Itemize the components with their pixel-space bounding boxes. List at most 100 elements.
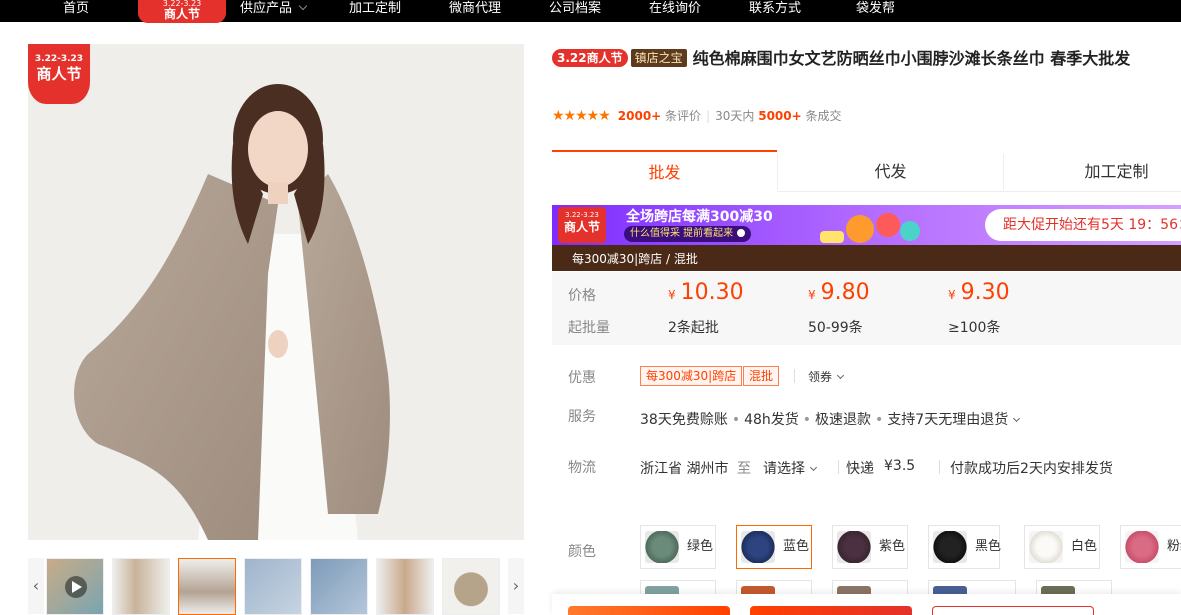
nav-bag-help[interactable]: 袋发帮 [856, 0, 895, 22]
festival-tag: 3.22商人节 [552, 49, 628, 67]
arrow-icon [737, 229, 746, 237]
color-name: 绿色 [687, 539, 714, 554]
price-label: 价格 [568, 288, 596, 304]
chevron-down-icon [809, 463, 818, 472]
promo-sub-text: 什么值得采 提前看起来 [630, 228, 734, 239]
qty-tier-2: 50-99条 [808, 320, 863, 336]
product-title: 3.22商人节 镇店之宝 纯色棉麻围巾女文艺防晒丝巾小围脖沙滩长条丝巾 春季大批发 [552, 46, 1181, 72]
color-name: 黑色 [975, 539, 1002, 554]
thumbnail-image[interactable] [376, 558, 434, 615]
nav-festival-badge[interactable]: 3.22-3.23 商人节 [138, 0, 226, 23]
swatch-image [837, 531, 871, 563]
review-count[interactable]: 2000+ [618, 109, 661, 123]
destination-select[interactable]: 请选择 [763, 458, 818, 478]
chevron-down-icon[interactable] [1013, 414, 1021, 423]
service-item: 支持7天无理由退货 [887, 412, 1009, 428]
color-name: 紫色 [879, 539, 906, 554]
product-title-text: 纯色棉麻围巾女文艺防晒丝巾小围脖沙滩长条丝巾 春季大批发 [692, 49, 1131, 68]
service-item: 极速退款 [815, 412, 872, 428]
tab-custom[interactable]: 加工定制 [1004, 150, 1181, 192]
nav-company[interactable]: 公司档案 [549, 0, 601, 22]
tab-wholesale[interactable]: 批发 [552, 150, 777, 192]
service-label: 服务 [568, 409, 596, 425]
swatch-image [1029, 531, 1063, 563]
currency-symbol: ¥ [808, 288, 816, 302]
play-icon [65, 576, 87, 598]
model-scarf-illustration [28, 44, 524, 540]
swatch-image [1125, 531, 1159, 563]
nav-festival-label: 商人节 [163, 7, 200, 21]
tab-dropship[interactable]: 代发 [778, 150, 1003, 192]
get-coupon-button[interactable]: 领券 [808, 368, 845, 385]
deal-count: 5000+ [758, 109, 802, 123]
service-list: 38天免费赊账 • 48h发货 • 极速退款 • 支持7天无理由退货 [640, 409, 1021, 429]
thumbnail-image[interactable] [310, 558, 368, 615]
color-label: 颜色 [568, 544, 596, 560]
coupon-tag[interactable]: 混批 [743, 366, 780, 386]
swatch-image [741, 531, 775, 563]
divider [939, 460, 940, 474]
nav-contact[interactable]: 联系方式 [749, 0, 801, 22]
get-coupon-label: 领券 [808, 370, 833, 384]
nav-agent[interactable]: 微商代理 [449, 0, 501, 22]
ship-note: 付款成功后2天内安排发货 [950, 461, 1113, 477]
thumbnail-image[interactable] [112, 558, 170, 615]
price-tier-3-value: 9.30 [960, 280, 1010, 305]
ship-to-label: 至 [737, 461, 751, 477]
min-qty-label: 起批量 [568, 320, 610, 336]
buy-now-button[interactable] [750, 606, 912, 615]
service-item: 48h发货 [744, 412, 799, 428]
promo-fest-label: 商人节 [563, 220, 600, 234]
nav-products[interactable]: 供应产品 [240, 0, 308, 22]
chevron-right-icon[interactable]: › [508, 558, 524, 614]
service-item: 38天免费赊账 [640, 412, 728, 428]
coupon-tag[interactable]: 每300减30|跨店 [640, 366, 743, 386]
promo-strip: 每300减30|跨店 / 混批 [552, 245, 1181, 271]
color-option[interactable]: 粉红 [1120, 525, 1181, 569]
thumbnail-video[interactable] [46, 558, 104, 615]
chevron-down-icon [836, 371, 845, 380]
top-nav: 首页 3.22-3.23 商人节 供应产品 加工定制 微商代理 公司档案 在线询… [0, 0, 1181, 23]
main-product-image[interactable] [28, 44, 524, 540]
price-tier-1-value: 10.30 [680, 280, 744, 305]
color-option[interactable]: 黑色 [928, 525, 1002, 569]
color-option[interactable]: 绿色 [640, 525, 716, 569]
promo-mascot-icon [820, 213, 920, 243]
badge-label: 商人节 [36, 65, 82, 83]
add-to-cart-button[interactable] [568, 606, 730, 615]
chevron-left-icon[interactable]: ‹ [28, 558, 44, 614]
ship-method: 快递 [846, 461, 874, 477]
color-option-selected[interactable]: 蓝色 [736, 525, 812, 569]
color-option[interactable]: 紫色 [832, 525, 908, 569]
countdown-timer: 距大促开始还有5天 19：56： [985, 209, 1181, 241]
swatch-image [933, 531, 967, 563]
nav-home[interactable]: 首页 [63, 0, 89, 22]
thumbnail-image-active[interactable] [178, 558, 236, 615]
deal-period: 30天内 [715, 109, 755, 123]
qty-tier-3: ≥100条 [948, 320, 1001, 336]
currency-symbol: ¥ [948, 288, 956, 302]
color-name: 粉红 [1167, 539, 1181, 554]
star-rating-icon: ★★★★★ [552, 108, 611, 124]
color-option[interactable]: 白色 [1024, 525, 1100, 569]
nav-custom[interactable]: 加工定制 [349, 0, 401, 22]
promo-festival-badge: 3.22-3.23 商人节 [558, 207, 606, 243]
purchase-tabs: 批发 代发 加工定制 [552, 150, 1181, 192]
thumbnail-image[interactable] [442, 558, 500, 615]
secondary-action-button[interactable] [932, 606, 1094, 615]
price-tier-3: ¥9.30 [948, 280, 1010, 305]
ship-fee: ¥3.5 [884, 458, 916, 474]
badge-dates: 3.22-3.23 [34, 54, 84, 64]
nav-inquiry[interactable]: 在线询价 [649, 0, 701, 22]
rating-row: ★★★★★ 2000+ 条评价 | 30天内 5000+ 条成交 [552, 108, 842, 124]
promo-fest-dates: 3.22-3.23 [565, 211, 599, 219]
chevron-down-icon [298, 1, 308, 11]
qty-tier-1: 2条起批 [668, 320, 719, 336]
logistics-label: 物流 [568, 460, 596, 476]
swatch-image [645, 531, 679, 563]
price-tier-1: ¥10.30 [668, 280, 744, 305]
review-suffix: 条评价 [665, 109, 702, 123]
divider [794, 369, 795, 383]
price-tier-2: ¥9.80 [808, 280, 870, 305]
thumbnail-image[interactable] [244, 558, 302, 615]
